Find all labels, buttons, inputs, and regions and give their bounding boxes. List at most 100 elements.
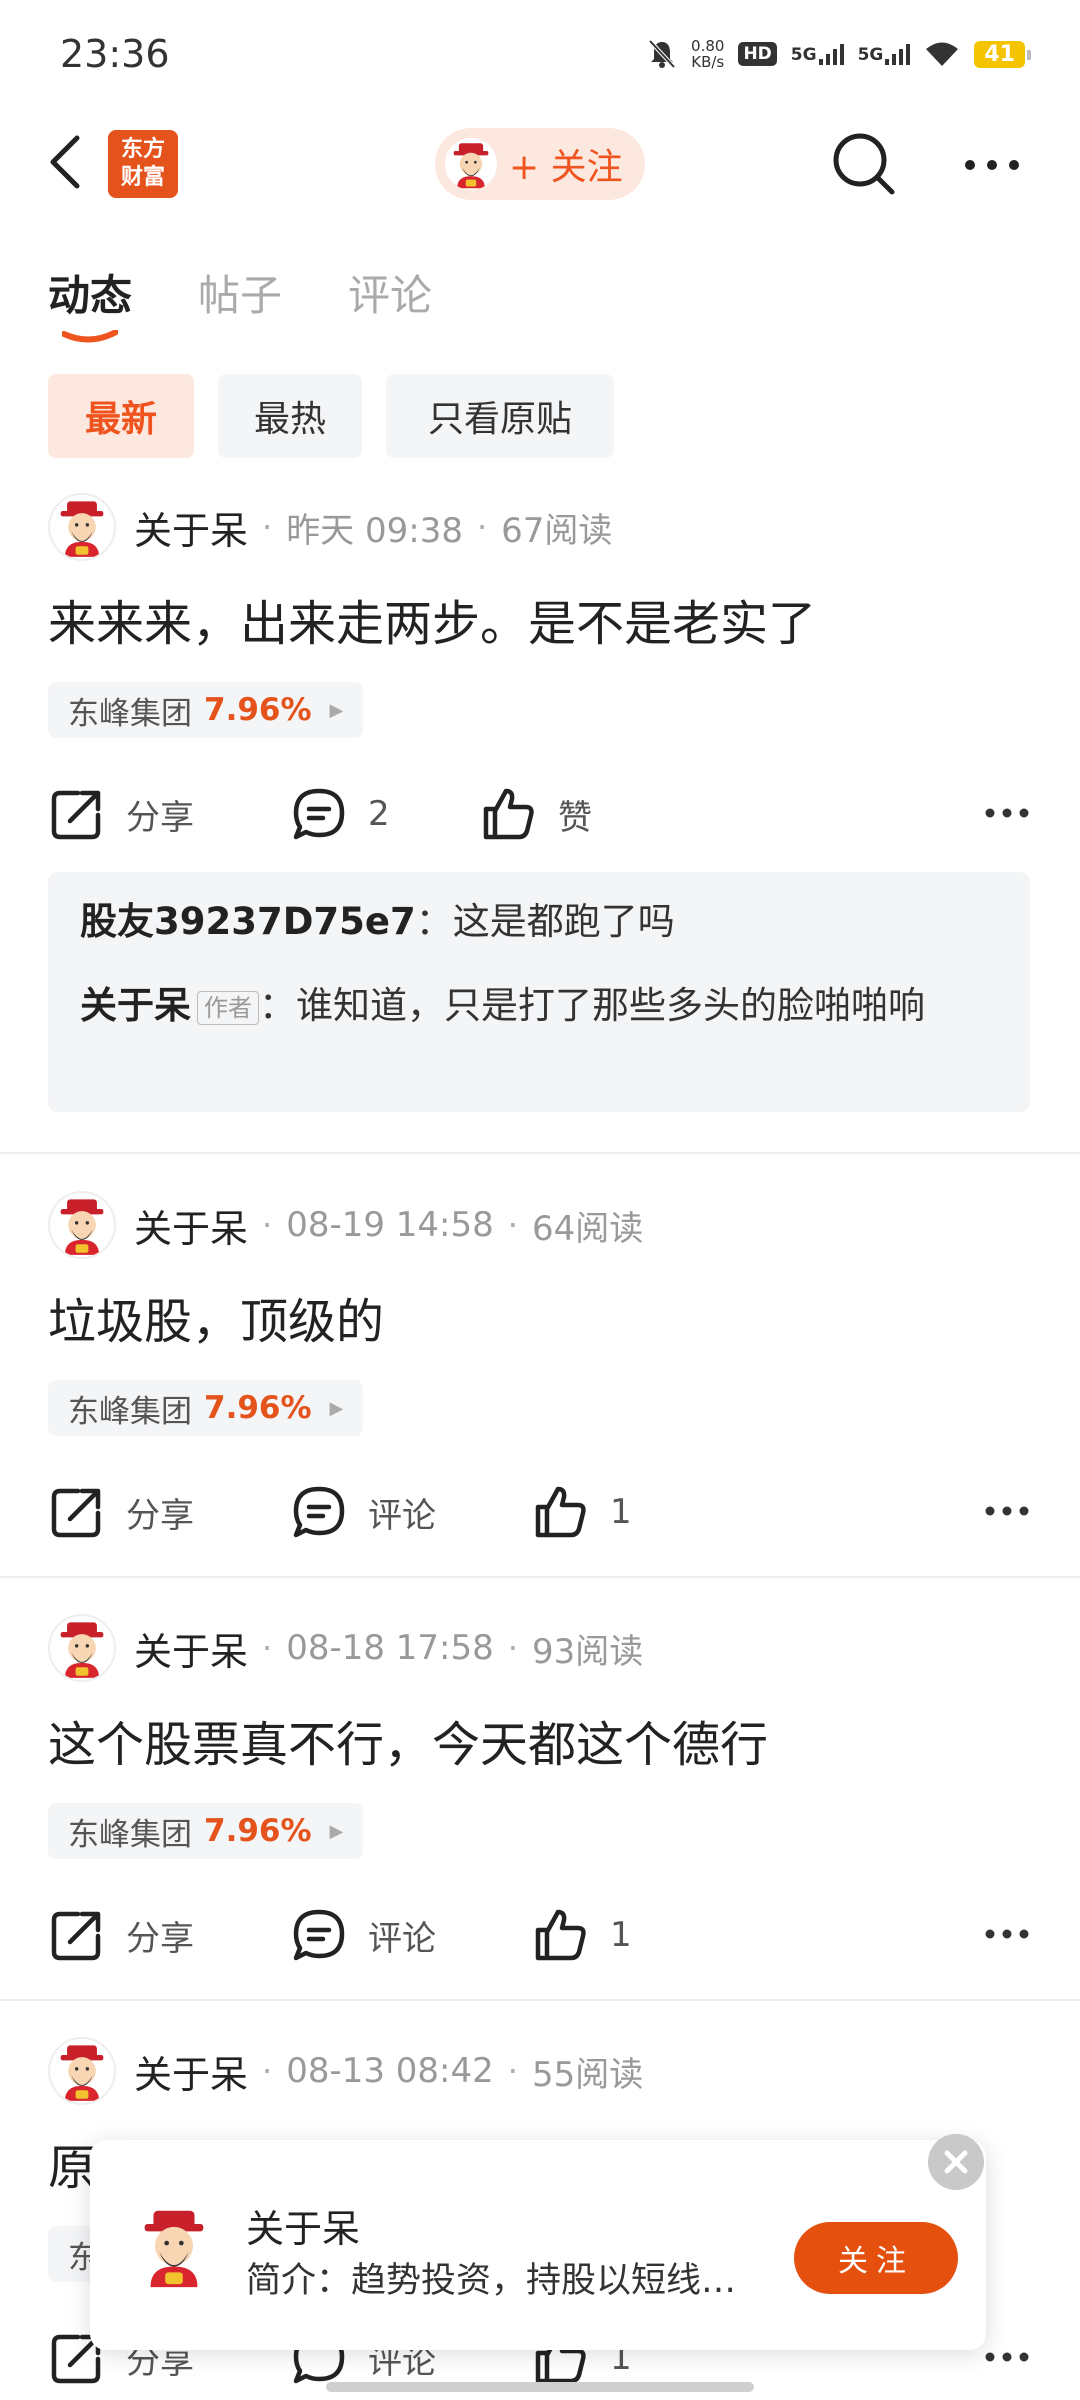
status-bar: 23:36 0.80 KB/s HD 5G 5G 41: [0, 0, 1080, 110]
share-icon: [51, 1911, 101, 1961]
close-icon[interactable]: [928, 2134, 984, 2190]
reply-preview[interactable]: 股友39237D75e7：这是都跑了吗 关于呆 作者 ：谁知道，只是打了那些多头的脸…: [48, 872, 1030, 1112]
stock-tag[interactable]: 东峰集团 7.96% ▶: [48, 1380, 364, 1436]
follow-label: + 关注: [509, 147, 623, 188]
tab-dynamics[interactable]: 动态: [48, 262, 132, 323]
divider: [0, 1999, 1080, 2001]
post-text[interactable]: 原: [48, 2128, 96, 2198]
read-count: 64阅读: [531, 1208, 644, 1249]
post-actions: 分享 评论 1: [48, 1472, 1032, 1552]
post-actions: 分享 2 赞: [48, 774, 1032, 854]
read-count: 93阅读: [531, 1631, 644, 1672]
status-icons: 0.80 KB/s HD 5G 5G 41: [647, 37, 1031, 71]
battery-icon: 41: [974, 40, 1031, 68]
post-time: 08-18 17:58: [286, 1628, 494, 1668]
post-header: 关于呆 · 08-13 08:42 · 55阅读: [48, 2036, 643, 2106]
like-button[interactable]: 1: [532, 1895, 632, 1975]
author-name[interactable]: 关于呆: [134, 2044, 248, 2099]
author-name[interactable]: 关于呆: [134, 1198, 248, 1253]
popup-follow-button[interactable]: 关注: [794, 2222, 958, 2294]
divider: [0, 1152, 1080, 1154]
read-count: 67阅读: [501, 510, 613, 551]
post-time: 昨天 09:38: [286, 510, 463, 551]
author-badge: 作者: [197, 990, 259, 1025]
play-arrow-icon: ▶: [329, 699, 344, 721]
search-icon[interactable]: [828, 128, 900, 200]
post-header: 关于呆 · 08-18 17:58 · 93阅读: [48, 1613, 643, 1683]
more-icon[interactable]: [960, 150, 1024, 180]
thumbs-up-icon: [483, 788, 534, 840]
avatar: [445, 138, 497, 190]
play-arrow-icon: ▶: [329, 1820, 344, 1842]
back-arrow-icon[interactable]: [45, 132, 85, 192]
signal-5g-icon: 5G: [791, 43, 844, 65]
eastmoney-logo[interactable]: 东方 财富: [108, 130, 178, 198]
like-button[interactable]: 赞: [480, 774, 592, 854]
thumbs-up-icon: [535, 1486, 586, 1538]
comment-icon: [293, 788, 345, 840]
stock-tag[interactable]: 东峰集团 7.96% ▶: [48, 682, 364, 738]
author-avatar[interactable]: [48, 1191, 116, 1259]
comment-button[interactable]: 评论: [290, 1895, 436, 1975]
play-arrow-icon: ▶: [329, 1397, 344, 1419]
author-avatar[interactable]: [48, 1614, 116, 1682]
comment-button[interactable]: 2: [290, 774, 390, 854]
post-header: 关于呆 · 08-19 14:58 · 64阅读: [48, 1190, 643, 1260]
follow-suggestion-popup: 关于呆 简介：趋势投资，持股以短线… 关注: [90, 2134, 986, 2350]
popup-author-name[interactable]: 关于呆: [246, 2198, 360, 2253]
net-speed: 0.80 KB/s: [691, 37, 725, 71]
author-avatar[interactable]: [48, 493, 116, 561]
filter-hottest[interactable]: 最热: [218, 374, 362, 458]
tab-comments[interactable]: 评论: [348, 262, 432, 323]
stock-name: 东峰集团: [68, 1393, 192, 1430]
post-actions: 分享 评论 1: [48, 1895, 1032, 1975]
mute-bell-icon: [648, 39, 676, 69]
post-text[interactable]: 来来来，出来走两步。是不是老实了: [48, 584, 816, 654]
reply-item: 关于呆 作者 ：谁知道，只是打了那些多头的脸啪啪响: [80, 984, 925, 1027]
post-text[interactable]: 这个股票真不行，今天都这个德行: [48, 1705, 768, 1775]
hd-icon: HD: [738, 42, 777, 66]
more-icon[interactable]: [982, 2342, 1032, 2372]
like-button[interactable]: 1: [532, 1472, 632, 1552]
post-card[interactable]: 关于呆 · 08-18 17:58 · 93阅读 这个股票真不行，今天都这个德行…: [0, 1613, 1080, 1993]
more-icon[interactable]: [982, 1919, 1032, 1949]
stock-name: 东峰集团: [68, 695, 192, 732]
share-button[interactable]: 分享: [48, 1895, 194, 1975]
filter-chips: 最新 最热 只看原贴: [48, 374, 614, 458]
more-icon[interactable]: [982, 798, 1032, 828]
author-name[interactable]: 关于呆: [134, 1621, 248, 1676]
comment-icon: [293, 1909, 345, 1961]
post-time: 08-19 14:58: [286, 1205, 494, 1245]
comment-icon: [293, 1486, 345, 1538]
tab-posts[interactable]: 帖子: [198, 262, 282, 323]
filter-latest[interactable]: 最新: [48, 374, 194, 458]
stock-name: 东峰集团: [68, 1816, 192, 1853]
author-avatar[interactable]: [48, 2037, 116, 2105]
share-icon: [51, 1488, 101, 1538]
more-icon[interactable]: [982, 1496, 1032, 1526]
tab-bar: 动态 帖子 评论: [0, 250, 1080, 343]
thumbs-up-icon: [535, 1909, 586, 1961]
popup-bio: 简介：趋势投资，持股以短线…: [246, 2261, 737, 2301]
author-name[interactable]: 关于呆: [134, 500, 248, 555]
share-button[interactable]: 分享: [48, 1472, 194, 1552]
stock-tag[interactable]: 东峰集团 7.96% ▶: [48, 1803, 364, 1859]
stock-change: 7.96%: [204, 692, 312, 728]
filter-original-only[interactable]: 只看原贴: [386, 374, 614, 458]
stock-change: 7.96%: [204, 1813, 312, 1849]
stock-change: 7.96%: [204, 1390, 312, 1426]
home-indicator[interactable]: [326, 2382, 754, 2392]
post-time: 08-13 08:42: [286, 2051, 494, 2091]
read-count: 55阅读: [531, 2054, 644, 2095]
comment-button[interactable]: 评论: [290, 1472, 436, 1552]
popup-avatar[interactable]: [130, 2202, 218, 2290]
post-text[interactable]: 垃圾股，顶级的: [48, 1282, 384, 1352]
share-button[interactable]: 分享: [48, 774, 194, 854]
follow-pill-button[interactable]: + 关注: [435, 128, 645, 200]
signal-5g-icon-2: 5G: [858, 43, 911, 65]
wifi-icon: [926, 42, 959, 66]
post-card[interactable]: 关于呆 · 08-19 14:58 · 64阅读 垃圾股，顶级的 东峰集团 7.…: [0, 1190, 1080, 1570]
nav-bar: 东方 财富 + 关注: [0, 110, 1080, 220]
status-time: 23:36: [60, 32, 170, 76]
post-header: 关于呆 · 昨天 09:38 · 67阅读: [48, 492, 612, 562]
